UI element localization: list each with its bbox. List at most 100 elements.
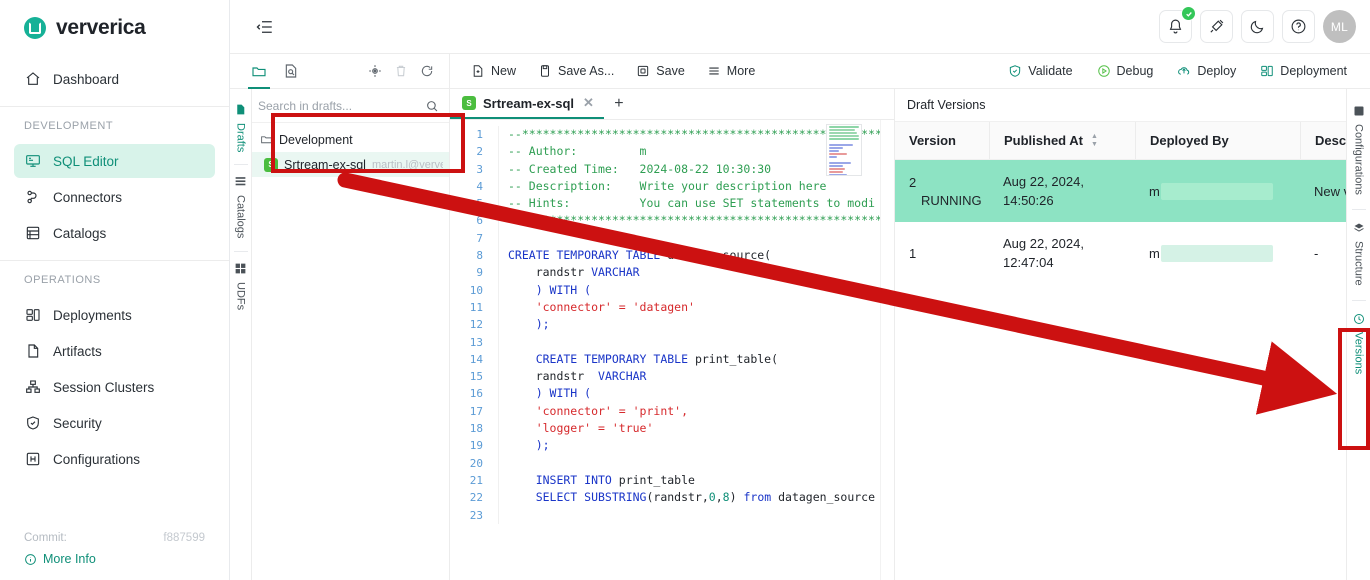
new-button[interactable]: New: [462, 58, 525, 84]
sort-icon[interactable]: ▲ ▼: [1091, 133, 1098, 148]
main-area: ML New Save As... Save More Validate Deb…: [230, 0, 1370, 580]
line-number: 17: [469, 404, 483, 418]
code-line: 20: [450, 454, 880, 472]
save-as-button[interactable]: Save As...: [529, 58, 623, 84]
rail-tab-structure[interactable]: Structure: [1353, 212, 1365, 298]
editor-tab-srtream-ex-sql[interactable]: S Srtream-ex-sql ✕: [450, 89, 604, 119]
rail-tab-drafts[interactable]: Drafts: [230, 93, 251, 164]
deploy-cloud-upload-icon: [1178, 67, 1190, 75]
versions-table: Version Published At ▲ ▼ Deployed By Desc…: [895, 121, 1346, 284]
notifications-button[interactable]: [1159, 6, 1196, 43]
theme-toggle-button[interactable]: [1241, 10, 1274, 43]
table-row[interactable]: 1 Aug 22, 2024, 12:47:04 m -: [895, 222, 1346, 284]
drafts-tree: Development S Srtream-ex-sql martin.l@ve…: [252, 123, 449, 177]
cell-version: 2 RUNNING: [895, 175, 989, 208]
search-input[interactable]: [258, 98, 419, 113]
refresh-icon[interactable]: [415, 59, 439, 83]
plugin-button[interactable]: [1200, 10, 1233, 43]
code-editor-content[interactable]: 1 --*************************************…: [450, 120, 880, 524]
moon-icon: [1250, 20, 1264, 34]
line-number: 9: [476, 266, 483, 280]
avatar[interactable]: ML: [1323, 10, 1356, 43]
configurations-icon: [24, 451, 41, 468]
brand-logo[interactable]: ververica: [0, 0, 229, 56]
folder-icon[interactable]: [244, 54, 274, 89]
line-number: 22: [469, 491, 483, 505]
session-clusters-icon: [24, 379, 41, 396]
deployed-by-value: m: [1149, 245, 1160, 261]
code-line: 2 -- Author: m: [450, 143, 880, 161]
trash-icon[interactable]: [389, 59, 413, 83]
line-gutter: [498, 281, 508, 299]
sidebar-item-connectors[interactable]: Connectors: [14, 180, 215, 214]
line-number: 2: [476, 145, 483, 159]
new-button-label: New: [491, 64, 517, 78]
deployment-button-label: Deployment: [1280, 64, 1347, 78]
cell-description: New ve: [1314, 183, 1346, 199]
rail-tab-label: Catalogs: [234, 195, 247, 239]
table-row[interactable]: 2 RUNNING Aug 22, 2024, 14:50:26 m New v…: [895, 160, 1346, 222]
line-gutter: [498, 333, 508, 351]
save-icon: [638, 65, 649, 77]
info-icon: [25, 553, 36, 565]
tree-folder-development[interactable]: Development: [252, 127, 449, 152]
save-as-icon: [541, 65, 550, 77]
rail-tab-udfs[interactable]: UDFs: [230, 252, 251, 322]
folder-open-icon: [261, 136, 272, 144]
line-number: 15: [469, 370, 483, 384]
sidebar-item-security[interactable]: Security: [14, 406, 215, 440]
sidebar-item-label: Configurations: [53, 451, 141, 467]
deploy-button[interactable]: Deploy: [1168, 58, 1245, 84]
sidebar-item-catalogs[interactable]: Catalogs: [14, 216, 215, 250]
code-line-text: -- Author: m: [508, 144, 647, 159]
redaction-mask: [1160, 182, 1273, 200]
file-search-icon[interactable]: [276, 54, 306, 89]
sidebar-item-sql-editor[interactable]: SQL Editor: [14, 144, 215, 178]
close-icon[interactable]: ✕: [583, 95, 594, 111]
help-button[interactable]: [1282, 10, 1315, 43]
line-gutter: [498, 350, 508, 369]
sidebar-item-dashboard[interactable]: Dashboard: [14, 62, 215, 96]
code-line-text: ) WITH (: [508, 282, 592, 297]
line-number: 1: [476, 128, 483, 141]
sidebar-item-configurations[interactable]: Configurations: [14, 442, 215, 476]
more-button[interactable]: More: [698, 58, 764, 84]
deployments-icon: [24, 307, 41, 324]
column-header-published-at[interactable]: Published At ▲ ▼: [989, 122, 1135, 159]
locate-target-icon[interactable]: [363, 59, 387, 83]
save-button-label: Save: [656, 64, 685, 78]
code-minimap[interactable]: [826, 124, 862, 176]
tree-file-srtream-ex-sql[interactable]: S Srtream-ex-sql martin.l@verver: [252, 152, 449, 177]
code-line: 19 );: [450, 437, 880, 455]
line-gutter: [498, 385, 508, 403]
line-gutter: [498, 489, 508, 507]
code-line: 23: [450, 506, 880, 524]
sidebar-item-session-clusters[interactable]: Session Clusters: [14, 370, 215, 404]
rail-tab-catalogs[interactable]: Catalogs: [230, 165, 251, 250]
code-scroll[interactable]: 1 --*************************************…: [450, 120, 880, 580]
line-number: 10: [469, 283, 483, 297]
plus-icon[interactable]: +: [604, 89, 634, 119]
save-button[interactable]: Save: [627, 58, 694, 84]
commit-hash: f887599: [163, 532, 205, 544]
sidebar-item-artifacts[interactable]: Artifacts: [14, 334, 215, 368]
code-line-text: 'logger' = 'true': [508, 421, 654, 436]
rail-tab-configurations[interactable]: Configurations: [1353, 95, 1365, 207]
sidebar-item-label: Artifacts: [53, 343, 102, 359]
line-number: 13: [469, 335, 483, 349]
line-gutter: [498, 316, 508, 334]
sidebar-item-deployments[interactable]: Deployments: [14, 298, 215, 332]
rail-tab-versions[interactable]: Versions: [1353, 303, 1365, 386]
more-info-label: More Info: [43, 552, 96, 566]
deployment-button[interactable]: Deployment: [1251, 58, 1356, 84]
validate-button[interactable]: Validate: [999, 58, 1081, 84]
line-number: 6: [476, 214, 483, 228]
more-info-link[interactable]: More Info: [24, 552, 205, 566]
cell-published-at: Aug 22, 2024, 12:47:04: [1003, 236, 1084, 270]
code-line: 4 -- Description: Write your description …: [450, 177, 880, 196]
collapse-sidebar-icon[interactable]: [252, 14, 278, 40]
line-gutter: [498, 437, 508, 455]
catalogs-icon: [24, 225, 41, 242]
debug-button[interactable]: Debug: [1088, 58, 1163, 84]
line-gutter: [498, 264, 508, 282]
